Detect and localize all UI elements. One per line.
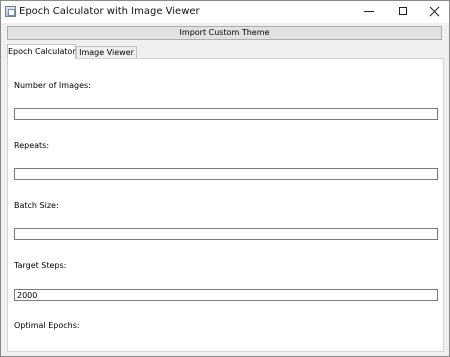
minimize-icon[interactable] xyxy=(353,1,385,23)
repeats-label: Repeats: xyxy=(14,141,50,150)
app-icon xyxy=(5,6,16,17)
app-window: Epoch Calculator with Image Viewer Impor… xyxy=(0,0,450,357)
num-images-label: Number of Images: xyxy=(14,81,91,90)
maximize-icon[interactable] xyxy=(387,1,419,23)
import-theme-button[interactable]: Import Custom Theme xyxy=(7,26,442,40)
num-images-input[interactable] xyxy=(14,108,438,120)
title-bar[interactable]: Epoch Calculator with Image Viewer xyxy=(1,1,449,23)
tab-epoch-calculator[interactable]: Epoch Calculator xyxy=(7,44,76,59)
tab-image-viewer[interactable]: Image Viewer xyxy=(76,46,137,58)
close-icon[interactable] xyxy=(419,1,449,23)
repeats-input[interactable] xyxy=(14,168,438,180)
batch-size-label: Batch Size: xyxy=(14,201,59,210)
target-steps-input[interactable] xyxy=(14,289,438,301)
target-steps-label: Target Steps: xyxy=(14,261,67,270)
window-title: Epoch Calculator with Image Viewer xyxy=(19,6,200,17)
epoch-calculator-panel: Number of Images: Repeats: Batch Size: T… xyxy=(7,58,444,352)
optimal-epochs-label: Optimal Epochs: xyxy=(14,321,80,330)
batch-size-input[interactable] xyxy=(14,228,438,240)
